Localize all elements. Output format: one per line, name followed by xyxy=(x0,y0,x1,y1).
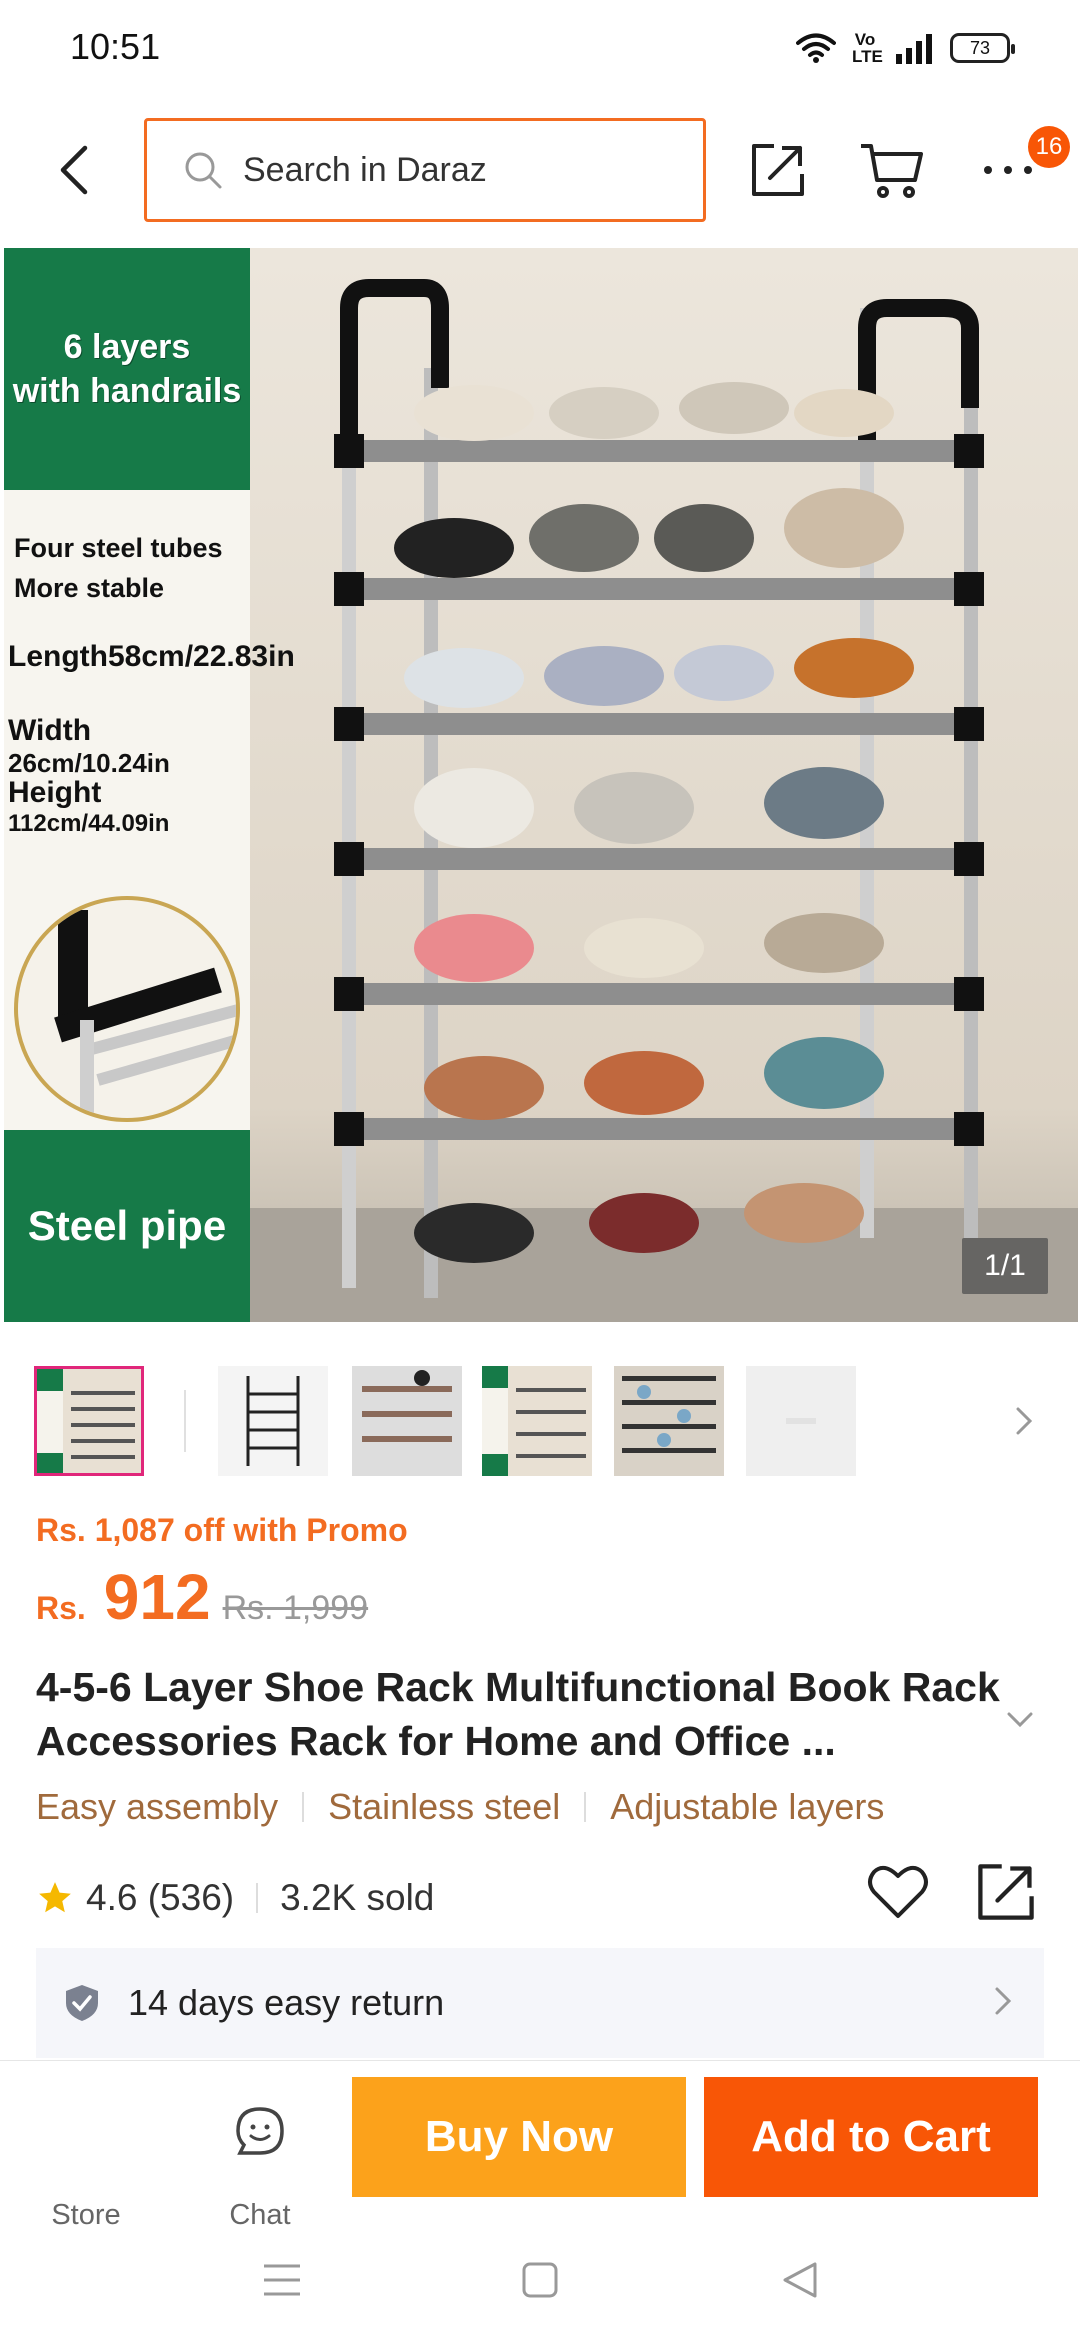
cart-icon xyxy=(861,144,923,198)
rating-row[interactable]: 4.6 (536) 3.2K sold xyxy=(36,1868,434,1928)
status-bar: 10:51 Vo LTE 73 xyxy=(0,0,1080,96)
status-time: 10:51 xyxy=(70,26,161,67)
battery-icon: 73 xyxy=(950,33,1015,63)
more-dots-icon xyxy=(984,166,1032,174)
top-nav: 16 xyxy=(0,110,1080,230)
buy-now-button[interactable]: Buy Now xyxy=(352,2077,686,2197)
thumbnail-6[interactable] xyxy=(746,1366,856,1476)
sold-count: 3.2K sold xyxy=(280,1877,435,1918)
search-bar[interactable] xyxy=(144,118,706,222)
home-button[interactable] xyxy=(510,2250,570,2310)
chat-button[interactable]: Chat xyxy=(200,2101,320,2231)
heart-icon xyxy=(868,1865,928,1918)
status-icons: Vo LTE 73 xyxy=(796,28,1015,68)
wishlist-button[interactable] xyxy=(866,1860,930,1924)
cart-count-badge: 16 xyxy=(1028,126,1070,168)
layers-banner: 6 layers with handrails xyxy=(4,248,250,490)
thumbnail-5[interactable] xyxy=(614,1366,724,1476)
share-icon xyxy=(752,144,804,196)
add-to-cart-button[interactable]: Add to Cart xyxy=(704,2077,1038,2197)
width-spec: Width 26cm/10.24in xyxy=(8,714,250,779)
recent-apps-button[interactable] xyxy=(252,2250,312,2310)
shield-check-icon xyxy=(66,1985,98,2021)
cart-button[interactable] xyxy=(852,130,932,210)
chevron-down-icon xyxy=(1007,1712,1033,1728)
return-policy-bar[interactable]: 14 days easy return xyxy=(36,1948,1044,2058)
expand-title-button[interactable] xyxy=(1000,1700,1040,1740)
return-policy-text: 14 days easy return xyxy=(128,1982,445,2023)
width-value: 26cm/10.24in xyxy=(8,748,170,778)
menu-icon xyxy=(264,2264,300,2296)
current-price: 912 xyxy=(103,1561,211,1633)
product-image-carousel[interactable]: 6 layers with handrails Four steel tubes… xyxy=(4,248,1078,1322)
system-back-button[interactable] xyxy=(770,2250,830,2310)
thumbnail-3[interactable] xyxy=(352,1366,462,1476)
triangle-back-icon xyxy=(783,2262,817,2298)
volte-indicator: Vo LTE xyxy=(852,30,883,66)
thumbnail-divider xyxy=(184,1390,186,1452)
back-arrow-icon xyxy=(60,145,88,195)
chevron-right-icon xyxy=(995,1987,1012,2015)
share-product-button[interactable] xyxy=(974,1860,1038,1924)
chevron-right-icon xyxy=(1016,1407,1033,1435)
search-input[interactable] xyxy=(243,150,683,190)
thumbnail-2[interactable] xyxy=(218,1366,328,1476)
thumbnail-strip xyxy=(34,1366,1044,1478)
original-price: Rs. 1,999 xyxy=(222,1589,369,1627)
length-value: 58cm/22.83in xyxy=(107,640,295,673)
stability-text: Four steel tubes More stable xyxy=(14,533,223,603)
thumbnail-4[interactable] xyxy=(482,1366,592,1476)
steel-pipe-banner: Steel pipe xyxy=(4,1130,250,1322)
back-button[interactable] xyxy=(40,130,110,210)
height-label: Height xyxy=(8,776,102,809)
tag-divider xyxy=(302,1792,305,1822)
rating-score: 4.6 (536) xyxy=(86,1877,235,1918)
wifi-icon xyxy=(796,33,836,63)
length-spec: Length58cm/22.83in xyxy=(8,640,295,674)
image-page-indicator: 1/1 xyxy=(962,1238,1048,1294)
width-label: Width xyxy=(8,714,92,747)
length-label: Length xyxy=(8,640,108,673)
star-icon xyxy=(39,1882,71,1913)
share-button[interactable] xyxy=(738,130,818,210)
height-spec: Height 112cm/44.09in xyxy=(8,776,250,838)
tag-item: Adjustable layers xyxy=(610,1786,885,1827)
rating-divider xyxy=(256,1883,259,1913)
promo-discount-text: Rs. 1,087 off with Promo xyxy=(36,1512,408,1548)
currency-label: Rs. xyxy=(36,1590,86,1626)
thumbnail-next-button[interactable] xyxy=(1004,1396,1044,1446)
tag-divider xyxy=(584,1792,587,1822)
product-title: 4-5-6 Layer Shoe Rack Multifunctional Bo… xyxy=(36,1664,1000,1764)
share-icon xyxy=(978,1864,1034,1920)
pipe-detail-image xyxy=(14,896,240,1122)
bottom-action-bar: Store Chat Buy Now Add to Cart xyxy=(0,2060,1080,2231)
signal-icon xyxy=(896,34,932,64)
height-value: 112cm/44.09in xyxy=(8,810,170,837)
thumbnail-1[interactable] xyxy=(34,1366,144,1476)
chat-icon xyxy=(236,2107,284,2155)
search-icon xyxy=(185,152,222,189)
system-navigation-bar xyxy=(0,2220,1080,2340)
store-button[interactable]: Store xyxy=(26,2101,146,2231)
tag-item: Easy assembly xyxy=(36,1786,279,1827)
info-panel: 6 layers with handrails Four steel tubes… xyxy=(4,248,295,1322)
tag-item: Stainless steel xyxy=(328,1786,561,1827)
feature-tags: Easy assembly Stainless steel Adjustable… xyxy=(36,1786,884,1828)
square-icon xyxy=(522,2262,558,2298)
price-row: Rs. 912 Rs. 1,999 xyxy=(36,1560,368,1640)
